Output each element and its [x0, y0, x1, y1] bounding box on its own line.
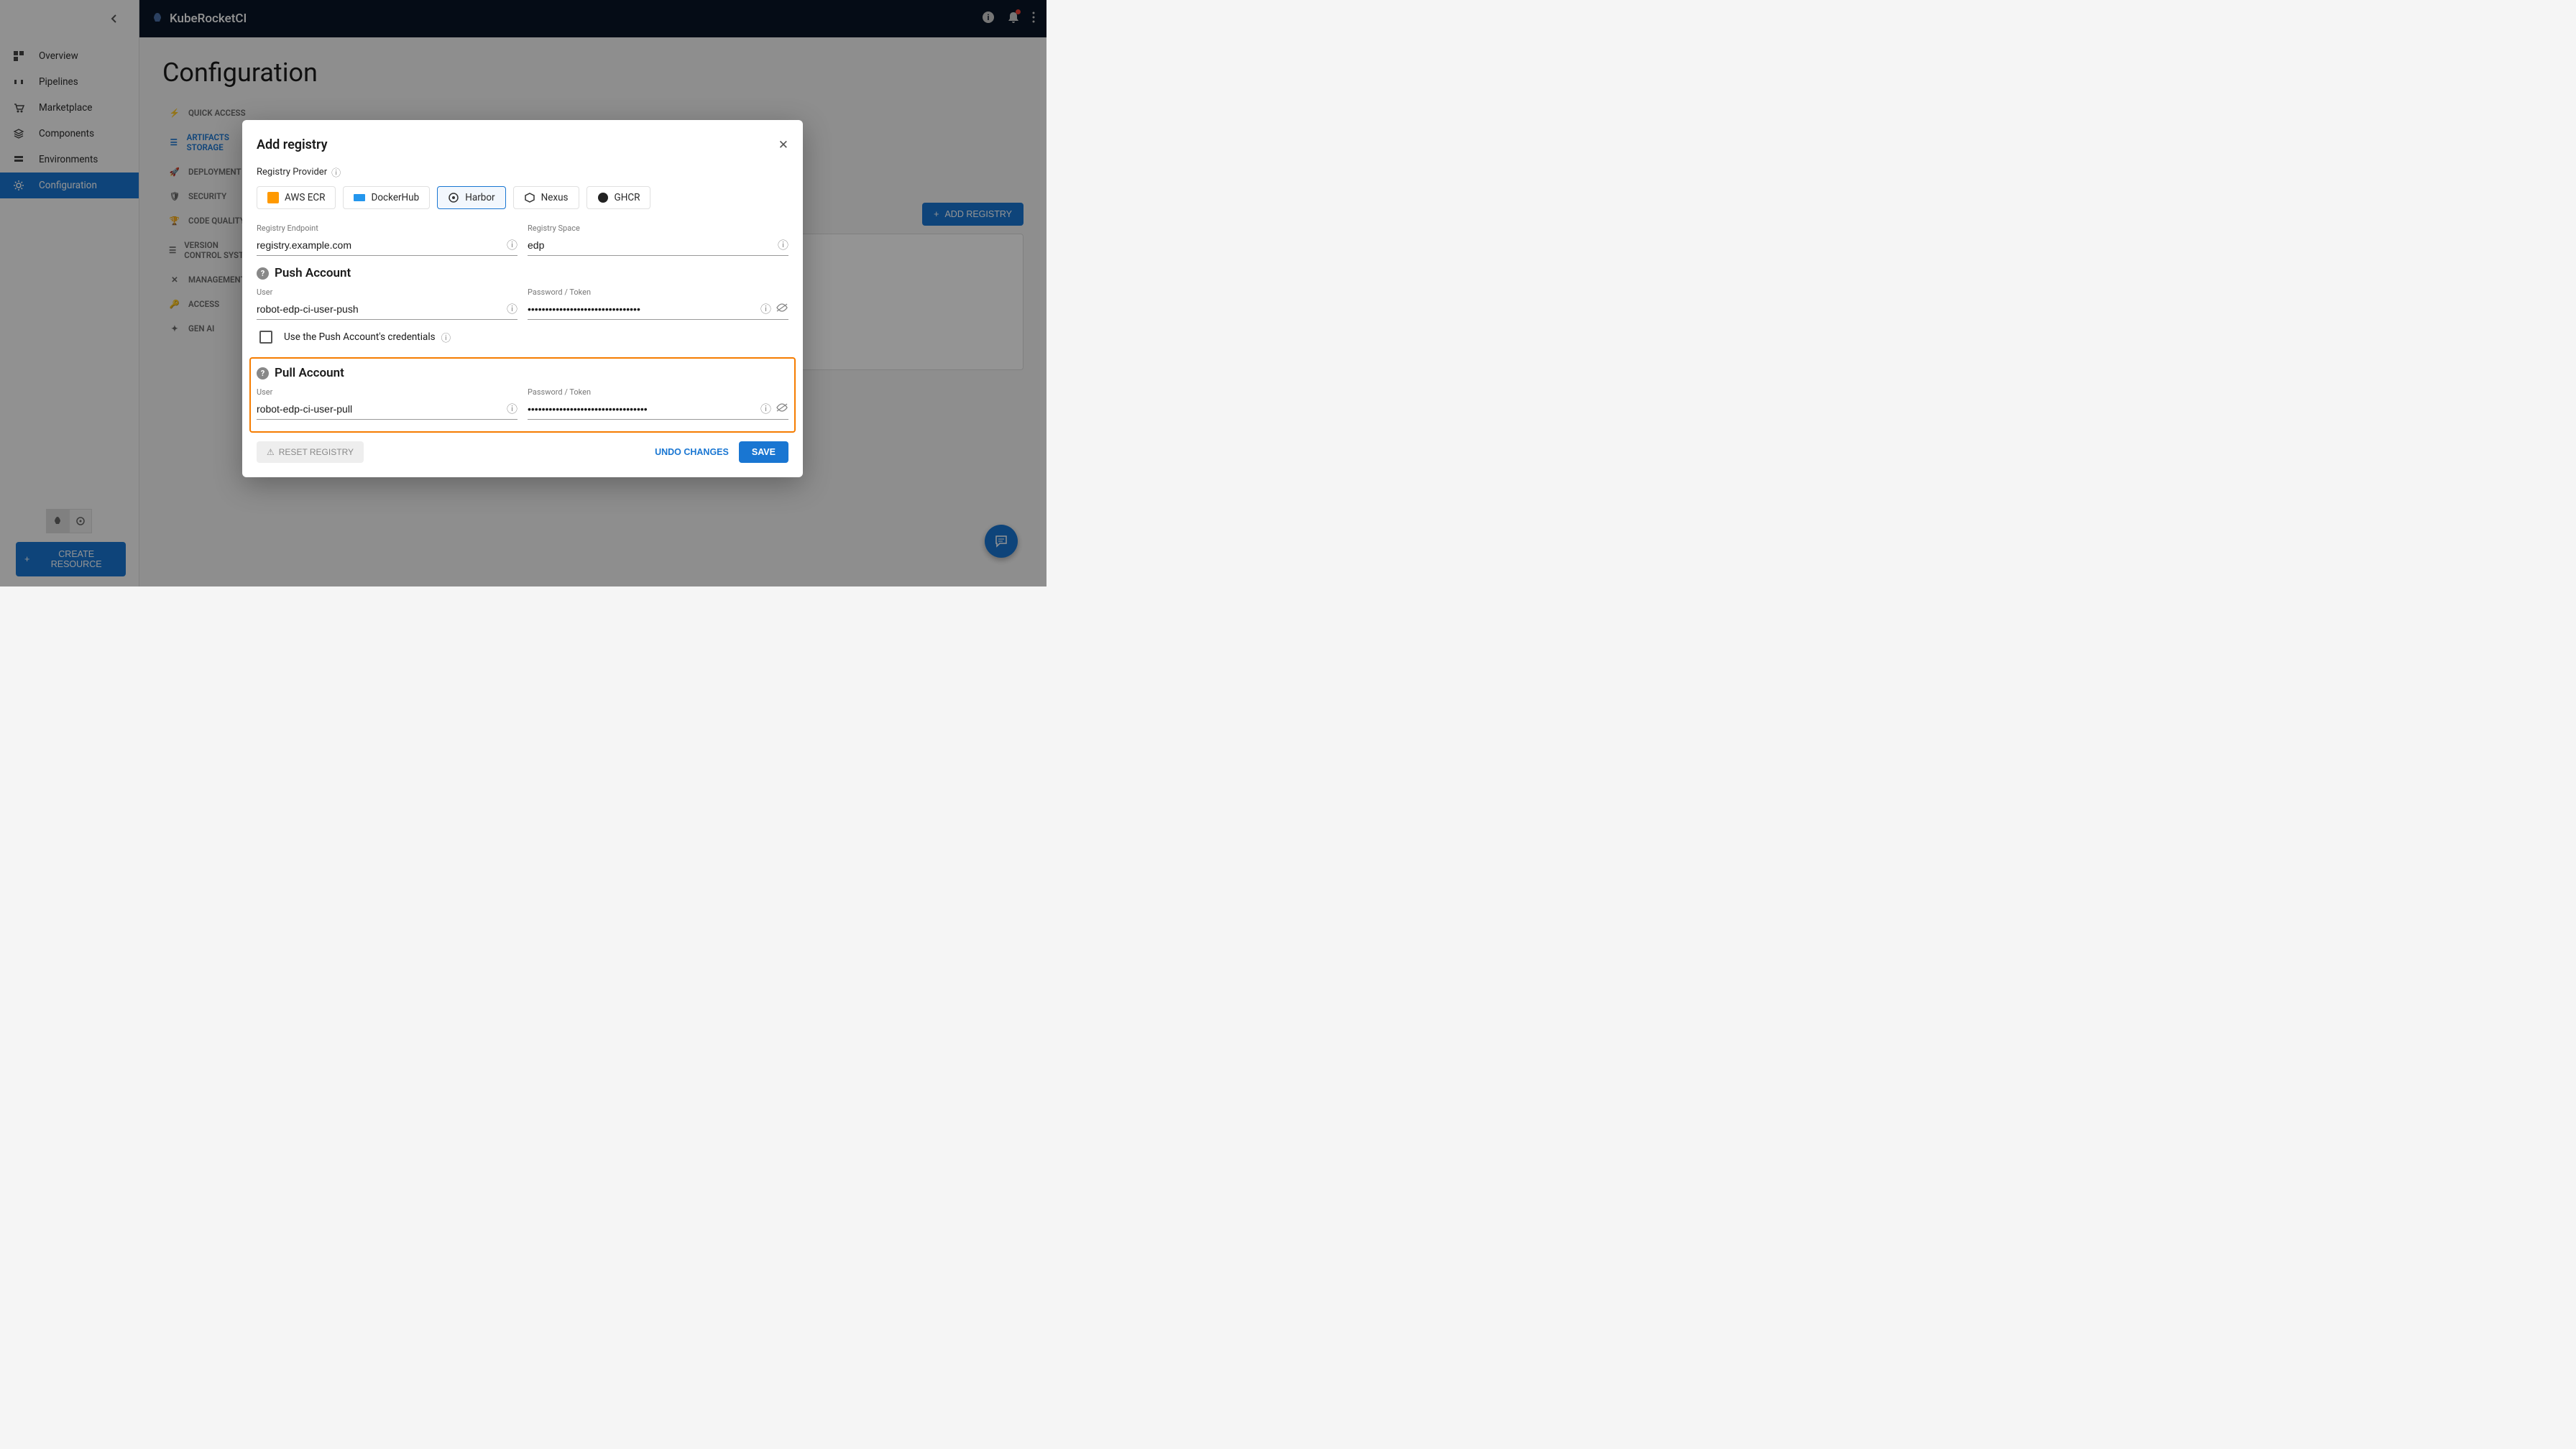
pull-account-highlight: ? Pull Account User ⓘ Password / Token ⓘ — [249, 357, 796, 433]
info-icon[interactable]: ⓘ — [760, 301, 771, 316]
info-icon[interactable]: ⓘ — [778, 237, 788, 252]
endpoint-input[interactable] — [257, 239, 502, 251]
info-icon[interactable]: ⓘ — [507, 401, 518, 416]
visibility-off-icon[interactable] — [776, 402, 788, 415]
info-icon[interactable]: ⓘ — [507, 237, 518, 252]
provider-ghcr[interactable]: GHCR — [586, 186, 651, 209]
provider-dockerhub[interactable]: DockerHub — [343, 186, 430, 209]
help-icon[interactable]: ? — [257, 367, 269, 380]
push-user-input[interactable] — [257, 303, 502, 315]
info-icon[interactable]: ⓘ — [507, 301, 518, 316]
info-icon[interactable]: ⓘ — [331, 165, 341, 179]
close-icon[interactable]: ✕ — [778, 138, 788, 152]
reset-registry-button[interactable]: ⚠ RESET REGISTRY — [257, 441, 364, 463]
docker-icon — [354, 192, 365, 203]
info-icon[interactable]: ⓘ — [760, 401, 771, 416]
pull-pass-input[interactable] — [528, 403, 756, 415]
space-label: Registry Space — [528, 224, 788, 233]
nexus-icon — [524, 192, 535, 203]
add-registry-dialog: Add registry ✕ Registry Provider ⓘ AWS E… — [242, 120, 803, 477]
provider-label: Registry Provider — [257, 167, 327, 178]
save-button[interactable]: SAVE — [739, 441, 788, 463]
dialog-title: Add registry — [257, 137, 328, 152]
pull-user-input[interactable] — [257, 403, 502, 415]
push-user-label: User — [257, 288, 518, 297]
github-icon — [597, 192, 609, 203]
push-pass-input[interactable] — [528, 303, 756, 315]
help-icon[interactable]: ? — [257, 267, 269, 280]
aws-icon — [267, 192, 279, 203]
push-account-title: Push Account — [275, 266, 351, 280]
provider-options: AWS ECR DockerHub Harbor Nexus GHCR — [257, 186, 788, 209]
provider-aws-ecr[interactable]: AWS ECR — [257, 186, 336, 209]
provider-nexus[interactable]: Nexus — [513, 186, 579, 209]
undo-changes-button[interactable]: UNDO CHANGES — [655, 447, 729, 457]
warning-icon: ⚠ — [267, 447, 275, 457]
use-push-label: Use the Push Account's credentials ⓘ — [284, 330, 451, 344]
harbor-icon — [448, 192, 459, 203]
info-icon[interactable]: ⓘ — [441, 330, 451, 344]
use-push-checkbox[interactable] — [259, 331, 272, 344]
space-input[interactable] — [528, 239, 773, 251]
reset-label: RESET REGISTRY — [279, 447, 354, 457]
visibility-off-icon[interactable] — [776, 303, 788, 316]
provider-harbor[interactable]: Harbor — [437, 186, 505, 209]
push-pass-label: Password / Token — [528, 288, 788, 297]
endpoint-label: Registry Endpoint — [257, 224, 518, 233]
pull-pass-label: Password / Token — [528, 387, 788, 397]
pull-account-title: Pull Account — [275, 366, 344, 380]
pull-user-label: User — [257, 387, 518, 397]
